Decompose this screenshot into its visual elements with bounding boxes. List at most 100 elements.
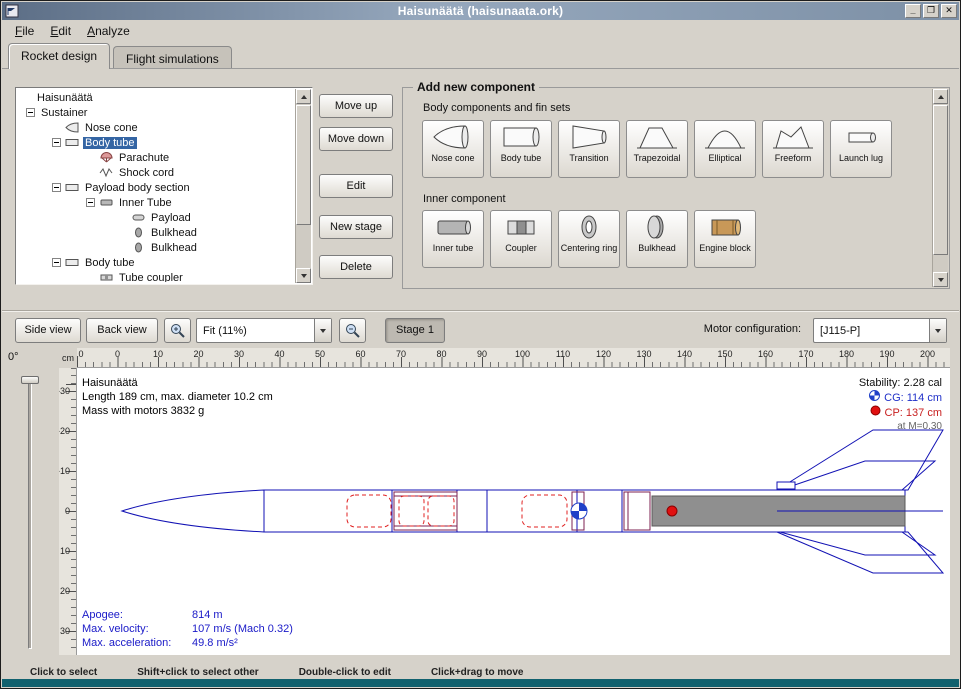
body-components-group-label: Body components and fin sets [423,102,570,114]
hint-click-drag: Click+drag to move [431,667,524,678]
add-centering-ring-button[interactable]: Centering ring [558,210,620,268]
minimize-button[interactable]: _ [905,4,921,18]
apogee-value: 814 m [192,609,223,621]
scrollbar-thumb[interactable] [296,105,311,225]
add-inner-tube-button[interactable]: Inner tube [422,210,484,268]
bulkhead-icon [635,214,679,240]
delete-button[interactable]: Delete [319,255,393,279]
menu-file[interactable]: File [7,21,42,41]
scroll-down-icon[interactable] [933,272,948,287]
tree-item-sustainer[interactable]: Sustainer [18,105,294,120]
add-transition-button[interactable]: Transition [558,120,620,178]
tree-item-shock-cord[interactable]: Shock cord [18,165,294,180]
chevron-down-icon[interactable] [929,319,946,342]
zoom-in-button[interactable] [164,318,191,343]
stage-1-toggle[interactable]: Stage 1 [385,318,445,343]
h-ruler-tick-label: 20 [193,349,203,359]
tree-item-body-tube[interactable]: Body tube [18,135,294,150]
nose-cone-shape[interactable] [122,490,264,532]
v-ruler-tick-label: -10 [59,466,70,476]
component-button-label: Launch lug [839,153,883,163]
zoom-out-button[interactable] [339,318,366,343]
tree-item-body-tube-aft[interactable]: Body tube [18,255,294,270]
move-up-button[interactable]: Move up [319,94,393,118]
rotation-slider-handle[interactable] [21,376,39,384]
rotation-slider-track[interactable] [28,380,32,649]
menu-edit[interactable]: Edit [42,21,79,41]
component-button-label: Centering ring [561,243,618,253]
collapse-icon[interactable] [86,198,95,207]
side-view-button[interactable]: Side view [15,318,81,343]
h-ruler-tick-label: 150 [717,349,732,359]
add-trapezoidal-fin-button[interactable]: Trapezoidal [626,120,688,178]
fin-top[interactable] [777,430,943,490]
h-ruler-tick-label: 170 [798,349,813,359]
tab-rocket-design[interactable]: Rocket design [8,43,110,69]
mach-condition: at M=0.30 [859,420,942,434]
scroll-up-icon[interactable] [296,89,311,104]
collapse-icon[interactable] [52,258,61,267]
tree-item-bulkhead[interactable]: Bulkhead [18,225,294,240]
collapse-icon[interactable] [52,183,61,192]
cg-value: CG: 114 cm [884,391,942,405]
add-body-tube-button[interactable]: Body tube [490,120,552,178]
menu-bar: File Edit Analyze [2,20,959,41]
scroll-down-icon[interactable] [296,268,311,283]
component-button-label: Nose cone [431,153,474,163]
freeform-fin-icon [771,124,815,150]
add-launch-lug-button[interactable]: Launch lug [830,120,892,178]
component-button-label: Inner tube [433,243,474,253]
add-elliptical-fin-button[interactable]: Elliptical [694,120,756,178]
tree-item-label: Body tube [83,137,137,149]
launch-lug-shape[interactable] [777,482,795,489]
v-ruler-tick-label: 20 [60,586,70,596]
tree-item-label: Sustainer [39,107,89,119]
add-panel-scrollbar[interactable] [932,89,948,287]
add-coupler-button[interactable]: Coupler [490,210,552,268]
rocket-canvas[interactable]: Haisunäätä Length 189 cm, max. diameter … [77,368,950,655]
add-freeform-fin-button[interactable]: Freeform [762,120,824,178]
edit-button[interactable]: Edit [319,174,393,198]
new-stage-button[interactable]: New stage [319,215,393,239]
tree-item-payload[interactable]: Payload [18,210,294,225]
tree-item-nose-cone[interactable]: Nose cone [18,120,294,135]
tree-scrollbar[interactable] [295,89,311,283]
add-nose-cone-button[interactable]: Nose cone [422,120,484,178]
tree-item-label: Bulkhead [149,242,199,254]
tree-item-tube-coupler[interactable]: Tube coupler [18,270,294,282]
cg-icon [869,390,880,405]
add-component-panel: Add new component Body components and fi… [402,87,950,289]
centering-ring-icon [567,214,611,240]
chevron-down-icon[interactable] [314,319,331,342]
tree-item-label: Parachute [117,152,171,164]
collapse-icon[interactable] [26,108,35,117]
component-tree: Haisunäätä Sustainer Nose cone Body tube… [18,90,294,282]
tree-item-rocket[interactable]: Haisunäätä [18,90,294,105]
cp-icon [870,405,881,420]
scroll-up-icon[interactable] [933,89,948,104]
tree-item-label: Payload [149,212,193,224]
close-button[interactable]: ✕ [941,4,957,18]
tree-item-inner-tube[interactable]: Inner Tube [18,195,294,210]
tab-flight-simulations[interactable]: Flight simulations [113,46,232,68]
rocket-design-panel: Haisunäätä Sustainer Nose cone Body tube… [2,68,959,308]
tree-item-parachute[interactable]: Parachute [18,150,294,165]
motor-configuration-select[interactable]: [J115-P] [813,318,947,343]
move-down-button[interactable]: Move down [319,127,393,151]
tree-item-bulkhead[interactable]: Bulkhead [18,240,294,255]
h-ruler-tick-label: 120 [596,349,611,359]
bulkhead-icon [131,227,146,238]
title-bar[interactable]: Haisunäätä (haisunaata.ork) _ ❐ ✕ [2,2,959,20]
fin-top-far[interactable] [780,461,935,490]
menu-analyze[interactable]: Analyze [79,21,138,41]
collapse-icon[interactable] [52,138,61,147]
zoom-select[interactable]: Fit (11%) [196,318,332,343]
back-view-button[interactable]: Back view [86,318,158,343]
rocket-mass: Mass with motors 3832 g [82,404,273,418]
add-bulkhead-button[interactable]: Bulkhead [626,210,688,268]
maximize-button[interactable]: ❐ [923,4,939,18]
add-engine-block-button[interactable]: Engine block [694,210,756,268]
motor-configuration-value: [J115-P] [814,325,929,337]
tree-item-payload-body-section[interactable]: Payload body section [18,180,294,195]
scrollbar-thumb[interactable] [933,105,948,255]
